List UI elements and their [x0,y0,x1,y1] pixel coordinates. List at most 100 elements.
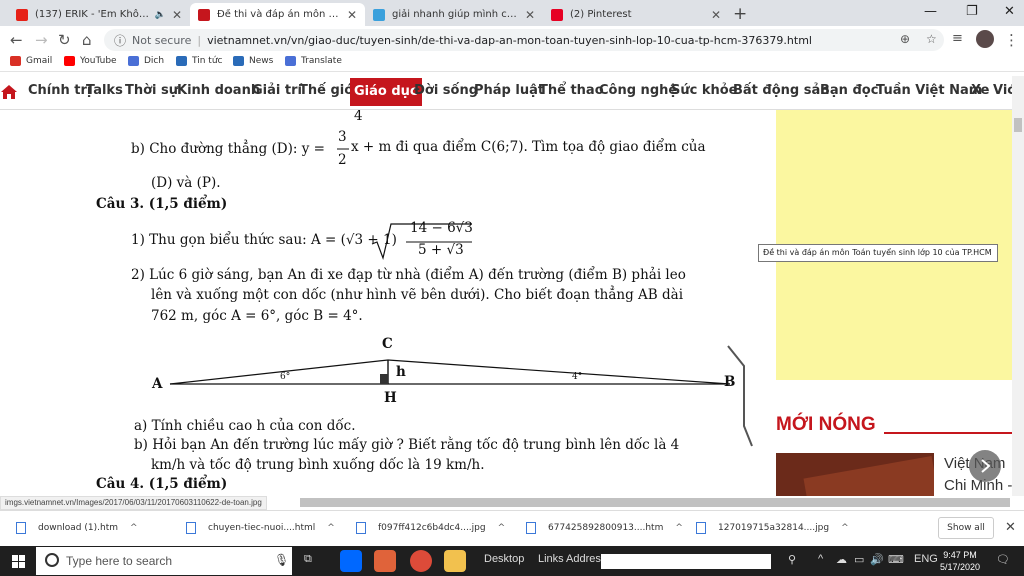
home-icon[interactable]: ⌂ [82,31,92,49]
nav-item[interactable]: Chính trị [28,83,91,98]
exam-text: Câu 4. (1,5 điểm) [96,476,228,492]
keyboard-icon[interactable]: ⌨ [888,553,904,566]
desktop-toolbar[interactable]: Desktop [484,553,524,565]
browser-tab[interactable]: giải nhanh giúp mình câu vi-et ạ ✕ [365,3,543,26]
nav-item[interactable]: Giáo dục [350,78,422,106]
close-tab-icon[interactable]: ✕ [347,8,357,22]
chevron-up-icon[interactable]: ^ [498,523,506,533]
tab-title: (2) Pinterest [570,9,632,20]
browser-tab[interactable]: (2) Pinterest ✕ [543,3,729,26]
heading-underline [884,432,1012,434]
nav-item[interactable]: Thể thao [539,83,604,98]
bookmark-item[interactable]: Gmail [10,56,52,66]
nav-item[interactable]: Talks [86,83,123,98]
links-toolbar[interactable]: Links [538,553,564,565]
scrollbar-thumb[interactable] [1014,118,1022,132]
nav-item[interactable]: Xe [971,83,990,98]
news-thumbnail[interactable] [776,453,934,496]
close-tab-icon[interactable]: ✕ [711,8,721,22]
nav-item[interactable]: Công nghệ [599,83,677,98]
browser-tab[interactable]: Đề thi và đáp án môn Toán tuyển ✕ [190,3,365,26]
nav-item[interactable]: Thời sự [125,83,178,98]
back-icon[interactable]: ← [10,31,23,49]
horizontal-scrollbar[interactable] [300,498,1010,507]
menu-icon[interactable]: ⋮ [1004,31,1019,49]
nav-item[interactable]: Thế giới [299,83,358,98]
app-icon[interactable] [374,550,396,572]
zoom-icon[interactable]: ⊕ [900,32,910,46]
notifications-icon[interactable]: 🗨 [996,553,1010,566]
nav-item[interactable]: Giải trí [252,83,302,98]
mic-icon[interactable]: 🎙 [274,553,289,567]
bookmark-item[interactable]: Dich [128,56,164,66]
nav-item[interactable]: Sức khỏe [671,83,738,98]
carousel-next-button[interactable] [969,450,1001,482]
download-item[interactable]: 127019715a32814....jpg ^ [696,522,849,534]
battery-icon[interactable]: ▭ [854,553,864,566]
star-icon[interactable]: ☆ [926,32,937,46]
media-control-icon[interactable]: ≡ [952,31,963,46]
download-item[interactable]: f097ff412c6b4dc4....jpg ^ [356,522,505,534]
bookmark-item[interactable]: Tin tức [176,56,222,66]
chevron-up-icon[interactable]: ^ [841,523,849,533]
chrome-app-icon[interactable] [410,550,432,572]
network-icon[interactable]: ☁ [836,553,847,566]
windows-start-icon[interactable] [12,555,25,568]
language-indicator[interactable]: ENG [914,553,938,565]
profile-avatar[interactable] [976,30,994,48]
bookmark-item[interactable]: News [233,56,273,66]
exam-image: 4 b) Cho đường thẳng (D): y = 3 2x + m đi … [0,110,760,496]
taskbar-search[interactable]: Type here to search 🎙 [36,547,292,575]
minimize-icon[interactable]: — [924,4,937,19]
close-window-icon[interactable]: ✕ [1004,4,1015,19]
file-icon [526,522,536,534]
bookmark-item[interactable]: YouTube [64,56,117,66]
close-downloads-icon[interactable]: ✕ [1005,520,1016,535]
exam-text: km/h và tốc độ trung bình xuống dốc là 1… [151,457,485,473]
downloads-bar: Show all ✕ download (1).htm ^ chuyen-tiec-… [0,510,1024,546]
download-item[interactable]: download (1).htm ^ [16,522,138,534]
people-icon[interactable]: ⚲ [788,553,796,566]
bookmark-label: YouTube [80,56,117,66]
nav-item[interactable]: Bạn đọc [820,83,878,98]
nav-item[interactable]: Pháp luật [474,83,544,98]
volume-icon[interactable]: 🔊 [870,553,884,566]
task-view-icon[interactable]: ⧉ [304,553,312,566]
tray-chevron-icon[interactable]: ^ [818,553,823,565]
file-explorer-icon[interactable] [444,550,466,572]
tab-audio-icon[interactable]: 🔈 [155,10,166,20]
image-tooltip: Đề thi và đáp án môn Toán tuyển sinh lớp… [758,244,998,262]
chevron-up-icon[interactable]: ^ [130,523,138,533]
address-bar[interactable]: ⓘ Not secure | vietnamnet.vn/vn/giao-duc… [104,29,944,51]
download-item[interactable]: chuyen-tiec-nuoi....html ^ [186,522,335,534]
info-icon[interactable]: ⓘ [114,32,126,49]
close-tab-icon[interactable]: ✕ [525,8,535,22]
browser-tab[interactable]: (137) ERIK - 'Em Không Sai, C🔈 ✕ [8,3,190,26]
zalo-app-icon[interactable] [340,550,362,572]
nav-item[interactable]: Kinh doanh [177,83,260,98]
chevron-up-icon[interactable]: ^ [675,523,683,533]
tab-favicon-icon [373,8,385,21]
download-item[interactable]: 677425892800913....htm ^ [526,522,683,534]
show-all-button[interactable]: Show all [938,517,994,539]
chevron-up-icon[interactable]: ^ [327,523,335,533]
clock[interactable]: 9:47 PM 5/17/2020 [940,549,980,573]
status-url: imgs.vietnamnet.vn/Images/2017/06/03/11/… [0,496,267,510]
bookmark-item[interactable]: Translate [285,56,342,66]
close-tab-icon[interactable]: ✕ [172,8,182,22]
url-text[interactable]: vietnamnet.vn/vn/giao-duc/tuyen-sinh/de-… [207,34,812,47]
forward-icon[interactable]: → [35,31,48,49]
download-filename: chuyen-tiec-nuoi....html [208,523,316,533]
vertical-scrollbar[interactable] [1012,76,1024,496]
restore-icon[interactable]: ❐ [966,4,978,19]
nav-item[interactable]: Đời sống [414,83,478,98]
taskbar-address-input[interactable] [601,554,771,569]
new-tab-button[interactable]: + [733,4,747,24]
nav-item[interactable]: Bất động sản [733,83,830,98]
home-icon[interactable] [0,83,18,101]
nav-item[interactable]: Tuần Việt Nam [876,83,982,98]
reload-icon[interactable]: ↻ [58,31,71,49]
bookmark-icon [176,56,187,66]
tab-title: (137) ERIK - 'Em Không Sai, C [35,9,155,20]
diagram-label-a: A [152,376,163,392]
